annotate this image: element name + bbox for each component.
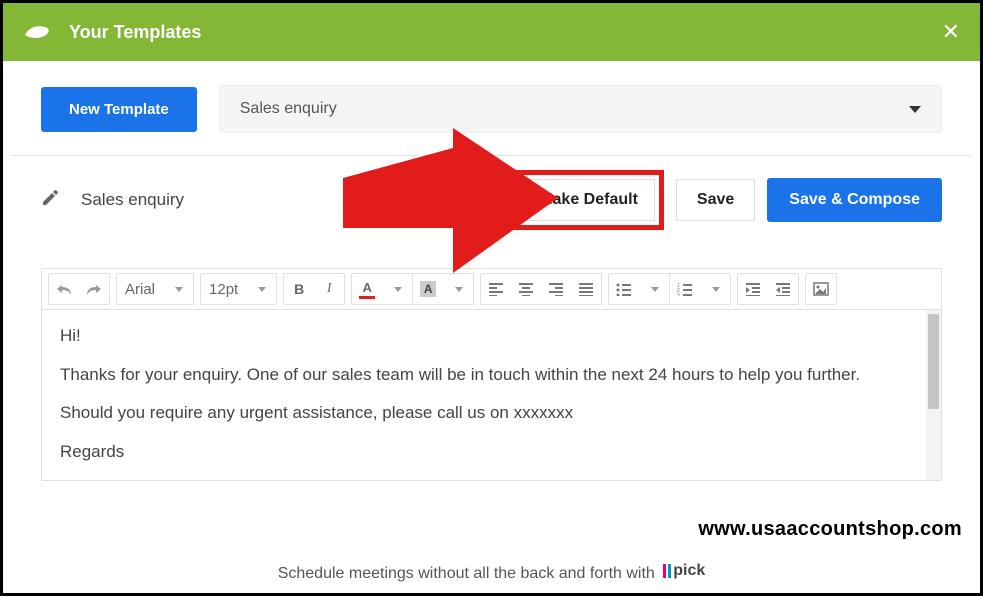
top-controls: New Template Sales enquiry [3,61,980,155]
toolbar-align-group [480,273,602,305]
rich-text-editor: Arial 12pt B I A A [41,268,942,481]
toolbar-indent-group [737,273,799,305]
action-row: Sales enquiry Make Default Save Save & C… [3,156,980,244]
toolbar-style-group: B I [283,273,345,305]
app-logo-icon [23,23,51,41]
watermark-text: www.usaaccountshop.com [698,518,962,541]
editor-toolbar: Arial 12pt B I A A [42,269,941,310]
chevron-down-icon [455,287,463,292]
font-size-value: 12pt [201,281,246,298]
chevron-down-icon [651,287,659,292]
save-compose-button[interactable]: Save & Compose [767,178,942,222]
modal-title: Your Templates [69,22,201,43]
chevron-down-icon [394,287,402,292]
chevron-down-icon [712,287,720,292]
annotation-highlight-box: Make Default [513,170,664,230]
scrollbar-thumb[interactable] [928,314,939,409]
chevron-down-icon [909,106,921,113]
modal-header: Your Templates ✕ [3,3,980,61]
svg-text:3: 3 [677,293,680,296]
template-select[interactable]: Sales enquiry [219,85,942,133]
toolbar-font-family[interactable]: Arial [116,273,194,305]
chevron-down-icon [258,287,266,292]
template-name-field[interactable]: Sales enquiry [81,190,501,210]
toolbar-list-group: 123 [608,273,731,305]
body-line: Hi! [60,324,923,349]
toolbar-color-group: A A [351,273,474,305]
undo-icon[interactable] [49,274,79,304]
body-line: Should you require any urgent assistance… [60,401,923,426]
indent-icon[interactable] [768,274,798,304]
footer: Schedule meetings without all the back a… [3,562,980,583]
pencil-icon[interactable] [41,189,59,212]
new-template-button[interactable]: New Template [41,87,197,132]
pick-logo[interactable]: pick [663,562,705,580]
bold-icon[interactable]: B [284,274,314,304]
redo-icon[interactable] [79,274,109,304]
toolbar-history-group [48,273,110,305]
pick-brand-text: pick [673,562,705,580]
italic-icon[interactable]: I [314,274,344,304]
header-left: Your Templates [23,22,201,43]
font-color-button[interactable]: A [352,274,382,304]
body-line: Regards [60,440,923,465]
save-button[interactable]: Save [676,179,755,221]
scrollbar[interactable] [926,310,941,480]
chevron-down-icon [175,287,183,292]
align-left-icon[interactable] [481,274,511,304]
body-line: Thanks for your enquiry. One of our sale… [60,363,923,388]
insert-image-icon[interactable] [806,274,836,304]
close-icon[interactable]: ✕ [942,19,960,45]
align-right-icon[interactable] [541,274,571,304]
toolbar-font-size[interactable]: 12pt [200,273,277,305]
bullet-list-icon[interactable] [609,274,639,304]
bg-color-button[interactable]: A [413,274,443,304]
outdent-icon[interactable] [738,274,768,304]
toolbar-image-group [805,273,837,305]
align-center-icon[interactable] [511,274,541,304]
editor-body[interactable]: Hi! Thanks for your enquiry. One of our … [42,310,941,480]
template-select-value: Sales enquiry [240,100,337,118]
footer-text: Schedule meetings without all the back a… [278,565,660,582]
numbered-list-icon[interactable]: 123 [670,274,700,304]
align-justify-icon[interactable] [571,274,601,304]
make-default-button[interactable]: Make Default [522,179,655,221]
font-family-value: Arial [117,281,163,298]
